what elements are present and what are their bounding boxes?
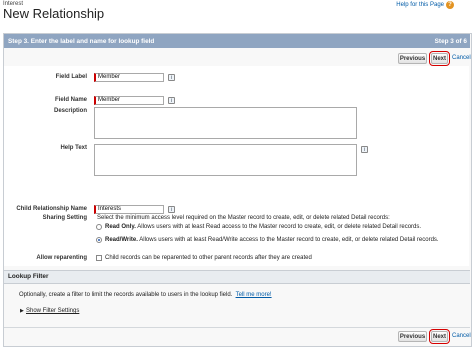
lookup-filter-section-header [4,270,470,284]
question-mark-icon[interactable]: ? [446,1,454,9]
next-button-bottom[interactable]: Next [429,329,450,344]
sharing-setting-label: Sharing Setting [42,215,87,221]
info-icon[interactable]: i [361,146,368,153]
lookup-filter-title: Lookup Filter [8,273,49,280]
help-text-label: Help Text [60,145,87,151]
allow-reparenting-checkbox[interactable] [96,255,102,261]
tell-me-more-link[interactable]: Tell me more! [236,292,272,298]
allow-reparenting-text: Child records can be reparented to other… [105,255,312,261]
previous-button-top[interactable]: Previous [398,53,427,64]
page-title: New Relationship [3,6,105,21]
radio-read-only[interactable] [96,224,102,230]
previous-button-bottom[interactable]: Previous [398,331,427,342]
step-count: Step 3 of 6 [434,38,467,45]
help-link[interactable]: Help for this Page [396,2,444,8]
child-relationship-input[interactable]: Interests [94,205,164,214]
next-button-top[interactable]: Next [429,51,450,66]
show-filter-settings-link[interactable]: Show Filter Settings [26,308,79,314]
child-relationship-label: Child Relationship Name [16,206,87,212]
help-text-textarea[interactable] [94,144,357,176]
footer-divider [4,327,470,328]
option-read-write: Read/Write. Allows users with at least R… [105,237,439,243]
field-label-label: Field Label [55,74,87,80]
description-textarea[interactable] [94,107,357,139]
option-read-only: Read Only. Allows users with at least Re… [105,224,422,230]
info-icon[interactable]: i [168,206,175,213]
cancel-link-top[interactable]: Cancel [452,55,471,61]
expand-triangle-icon[interactable]: ▶ [20,308,24,314]
info-icon[interactable]: i [168,74,175,81]
allow-reparenting-label: Allow reparenting [36,255,87,261]
field-name-label: Field Name [54,97,87,103]
field-label-input[interactable]: Member [94,73,164,82]
description-label: Description [53,108,87,114]
step-title: Step 3. Enter the label and name for loo… [8,38,155,45]
lookup-filter-description: Optionally, create a filter to limit the… [19,292,272,298]
sharing-setting-intro: Select the minimum access level required… [97,215,390,221]
radio-read-write[interactable] [96,237,102,243]
field-name-input[interactable]: Member [94,96,164,105]
info-icon[interactable]: i [168,97,175,104]
cancel-link-bottom[interactable]: Cancel [452,333,471,339]
